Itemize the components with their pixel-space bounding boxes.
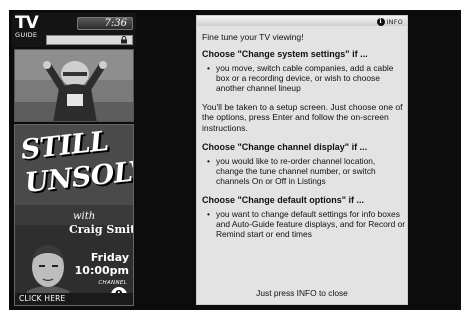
section-bullet-system-settings: you move, switch cable companies, add a … [202, 63, 405, 93]
info-tab-label: INFO [386, 17, 403, 26]
info-icon: i [376, 17, 385, 26]
info-panel-header: i INFO [197, 16, 407, 26]
promo-host-name: Craig Smith [69, 223, 133, 236]
section-heading-default-options: Choose "Change default options" if ... [202, 195, 365, 205]
tv-screen: TV GUIDE 7:36 STILL UNSOLVED with Craig … [0, 0, 471, 321]
setup-note: You'll be taken to a setup screen. Just … [202, 101, 403, 133]
info-panel: i INFO Fine tune your TV viewing! Choose… [196, 15, 408, 305]
section-heading-channel-display: Choose "Change channel display" if ... [202, 142, 368, 152]
left-column: TV GUIDE 7:36 STILL UNSOLVED with Craig … [12, 13, 136, 306]
close-instruction: Just press INFO to close [256, 288, 348, 298]
logo-text-tv: TV [15, 13, 39, 33]
click-here-link[interactable]: CLICK HERE [15, 293, 133, 305]
promo-with: with [73, 211, 96, 222]
tv-guide-logo: TV GUIDE [15, 15, 43, 41]
promo-ad[interactable]: STILL UNSOLVED with Craig Smith Friday 1… [14, 124, 134, 306]
football-player-image [15, 50, 133, 121]
top-bar: TV GUIDE 7:36 [12, 13, 136, 47]
section-heading-system-settings: Choose "Change system settings" if ... [202, 48, 368, 59]
lock-icon [121, 36, 127, 44]
intro-text: Fine tune your TV viewing! [202, 32, 304, 42]
section-bullet-default-options: you want to change default settings for … [202, 209, 405, 239]
promo-time: 10:00pm [74, 264, 129, 277]
promo-channel-label: CHANNEL [98, 280, 127, 286]
guide-frame: TV GUIDE 7:36 STILL UNSOLVED with Craig … [9, 10, 461, 310]
clock: 7:36 [77, 17, 133, 30]
info-body: Fine tune your TV viewing! Choose "Chang… [202, 32, 405, 239]
promo-day: Friday [90, 251, 129, 264]
logo-text-guide: GUIDE [15, 31, 38, 39]
info-tab[interactable]: i INFO [376, 17, 403, 26]
status-strip [46, 35, 133, 45]
live-tv-preview[interactable] [14, 49, 134, 122]
section-bullet-channel-display: you would like to re-order channel locat… [202, 156, 405, 186]
